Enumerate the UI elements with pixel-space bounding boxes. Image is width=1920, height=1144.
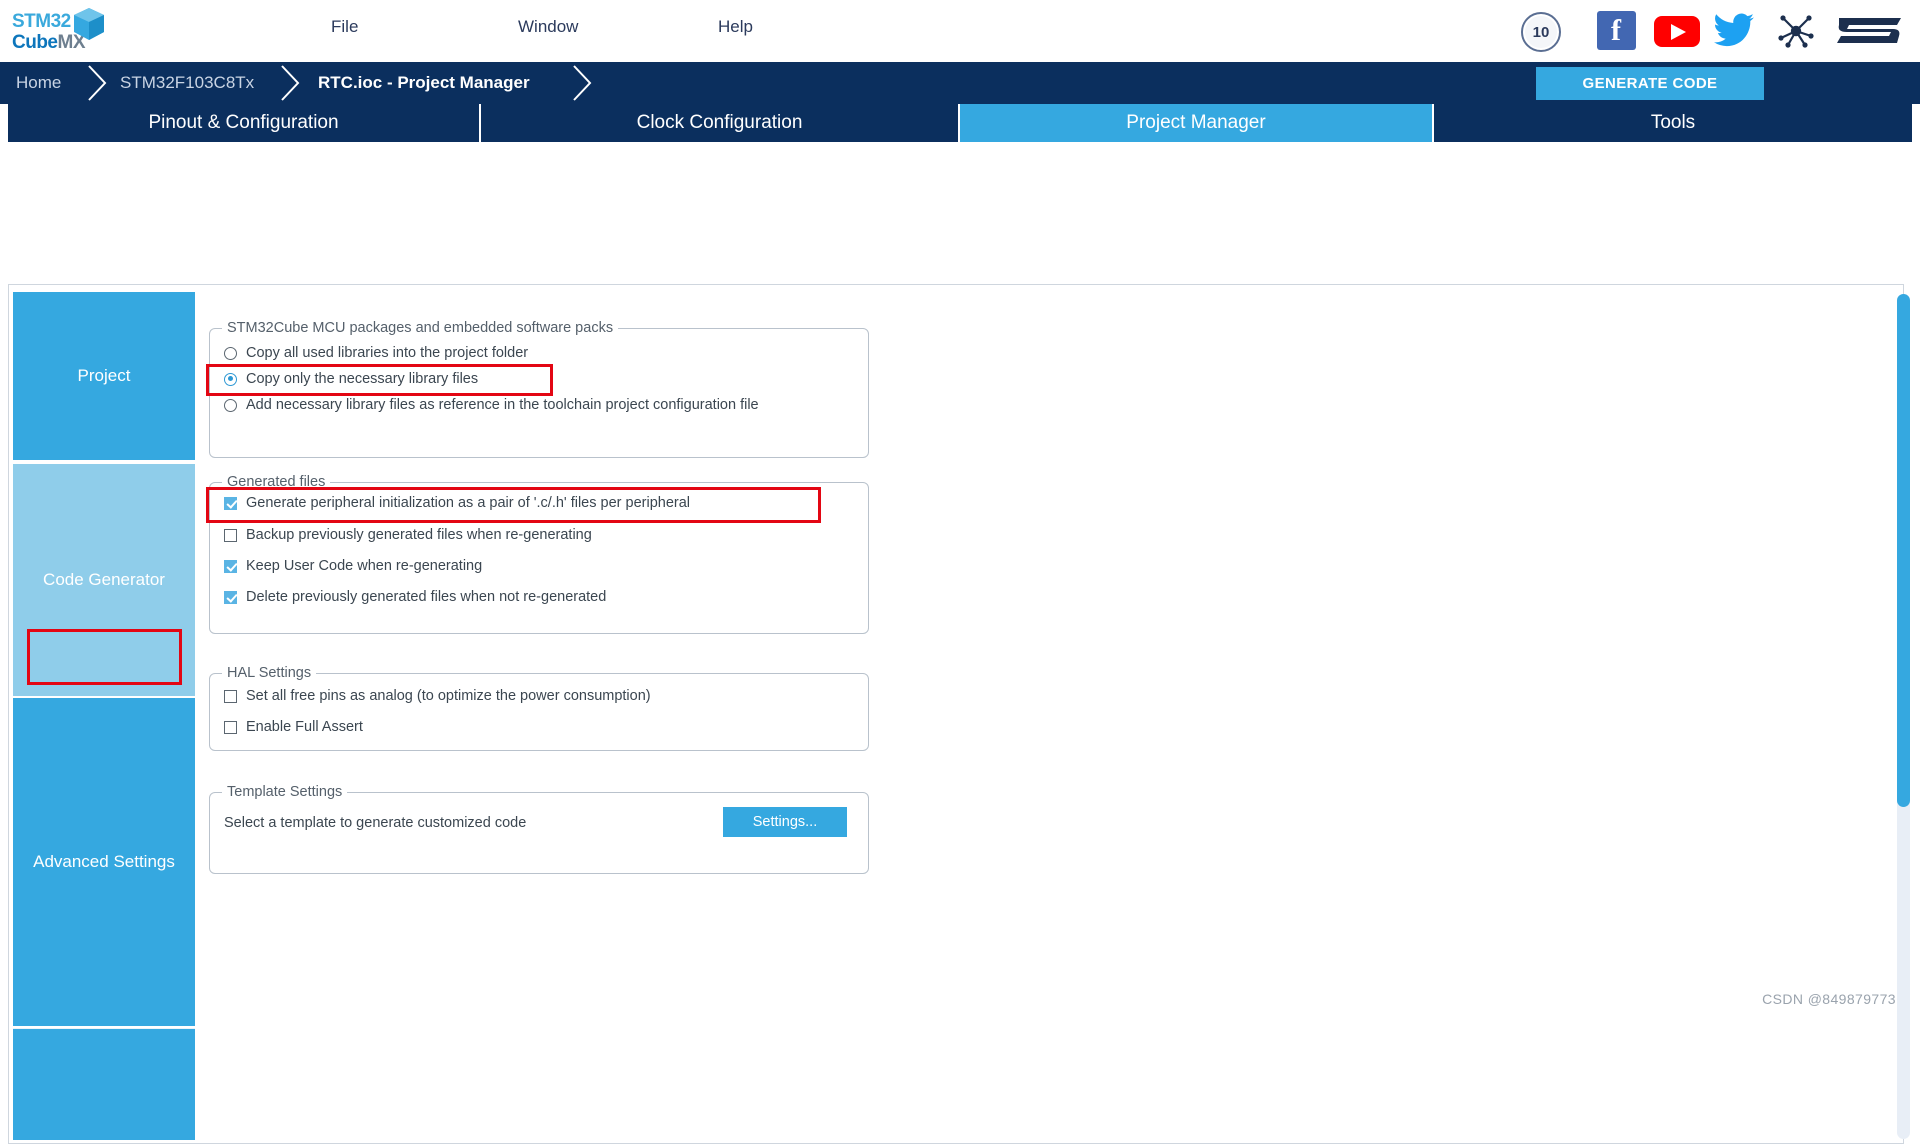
option-label: Delete previously generated files when n… [246, 589, 607, 605]
template-settings-description: Select a template to generate customized… [224, 815, 527, 831]
logo-cube-text: Cube [12, 32, 58, 53]
vertical-scrollbar-thumb[interactable] [1897, 294, 1910, 807]
tab-pinout-configuration[interactable]: Pinout & Configuration [8, 104, 480, 142]
checkbox-icon [224, 689, 237, 703]
option-label: Add necessary library files as reference… [246, 397, 759, 413]
panel-hal-settings: HAL Settings Set all free pins as analog… [209, 665, 869, 751]
template-settings-button[interactable]: Settings... [723, 807, 847, 837]
panel-template-settings-title: Template Settings [222, 784, 348, 800]
tab-tools[interactable]: Tools [1434, 104, 1912, 142]
tab-clock-configuration[interactable]: Clock Configuration [481, 104, 959, 142]
youtube-icon[interactable] [1654, 16, 1700, 47]
panel-hal-settings-title: HAL Settings [222, 665, 317, 681]
radio-icon [224, 398, 237, 412]
option-label: Copy all used libraries into the project… [246, 345, 529, 361]
panel-mcu-packages: STM32Cube MCU packages and embedded soft… [209, 320, 869, 458]
radio-selected-icon [224, 372, 237, 386]
sidebar-item-code-generator[interactable]: Code Generator [13, 464, 195, 696]
checkbox-enable-full-assert[interactable]: Enable Full Assert [224, 719, 363, 735]
option-label: Generate peripheral initialization as a … [246, 495, 690, 511]
sidebar-item-advanced-settings[interactable]: Advanced Settings [13, 696, 195, 1026]
radio-copy-only-necessary[interactable]: Copy only the necessary library files [224, 371, 478, 387]
panel-generated-files-title: Generated files [222, 474, 331, 490]
checkbox-generate-peripheral-init[interactable]: Generate peripheral initialization as a … [224, 495, 690, 511]
menu-bar: STM32 CubeMX File Window Help 10 f [0, 0, 1920, 63]
menu-window[interactable]: Window [512, 15, 584, 39]
radio-copy-all-libraries[interactable]: Copy all used libraries into the project… [224, 345, 528, 361]
checkbox-checked-icon [224, 496, 237, 510]
breadcrumb-item-mcu[interactable]: STM32F103C8Tx [120, 62, 254, 104]
checkbox-backup-previously-generated[interactable]: Backup previously generated files when r… [224, 527, 592, 543]
option-label: Keep User Code when re-generating [246, 558, 483, 574]
st-logo-icon[interactable] [1835, 12, 1907, 50]
cube-icon [74, 8, 104, 40]
tab-project-manager[interactable]: Project Manager [960, 104, 1433, 142]
facebook-icon[interactable]: f [1597, 11, 1636, 50]
checkbox-checked-icon [224, 590, 237, 604]
checkbox-set-free-pins-analog[interactable]: Set all free pins as analog (to optimize… [224, 688, 651, 704]
twitter-icon[interactable] [1713, 12, 1755, 50]
checkbox-icon [224, 720, 237, 734]
project-manager-sidebar: Project Code Generator Advanced Settings [13, 292, 195, 1142]
radio-add-as-reference[interactable]: Add necessary library files as reference… [224, 397, 759, 413]
menu-help[interactable]: Help [712, 15, 759, 39]
breadcrumb-chevron-icon [88, 65, 107, 101]
breadcrumb-item-home[interactable]: Home [16, 62, 61, 104]
option-label: Enable Full Assert [246, 719, 363, 735]
stm32cubemx-logo: STM32 CubeMX [10, 5, 120, 57]
panel-generated-files: Generated files Generate peripheral init… [209, 474, 869, 634]
option-label: Set all free pins as analog (to optimize… [246, 688, 651, 704]
checkbox-delete-previously-generated[interactable]: Delete previously generated files when n… [224, 589, 606, 605]
breadcrumb-item-current[interactable]: RTC.ioc - Project Manager [318, 62, 530, 104]
main-tab-bar: Pinout & Configuration Clock Configurati… [0, 104, 1920, 142]
checkbox-checked-icon [224, 559, 237, 573]
workspace: Project Code Generator Advanced Settings… [0, 142, 1920, 1144]
radio-icon [224, 346, 237, 360]
sidebar-filler [13, 1028, 195, 1140]
panel-template-settings: Template Settings Select a template to g… [209, 784, 869, 874]
st-community-network-icon[interactable] [1775, 12, 1817, 50]
generate-code-button[interactable]: GENERATE CODE [1536, 67, 1764, 100]
checkbox-icon [224, 528, 237, 542]
logo-line-1: STM32 [12, 11, 71, 32]
breadcrumb-chevron-icon [281, 65, 300, 101]
checkbox-keep-user-code[interactable]: Keep User Code when re-generating [224, 558, 482, 574]
breadcrumb-chevron-icon [573, 65, 592, 101]
sidebar-item-project[interactable]: Project [13, 292, 195, 462]
watermark-text: CSDN @849879773 [1762, 991, 1896, 1007]
menu-file[interactable]: File [325, 15, 364, 39]
option-label: Copy only the necessary library files [246, 371, 479, 387]
youtube-play-glyph [1671, 24, 1686, 40]
anniversary-10-badge-icon[interactable]: 10 [1521, 12, 1561, 52]
option-label: Backup previously generated files when r… [246, 527, 592, 543]
facebook-f-glyph: f [1611, 14, 1621, 47]
vertical-scrollbar-track[interactable] [1897, 294, 1910, 1139]
panel-mcu-packages-title: STM32Cube MCU packages and embedded soft… [222, 320, 619, 336]
